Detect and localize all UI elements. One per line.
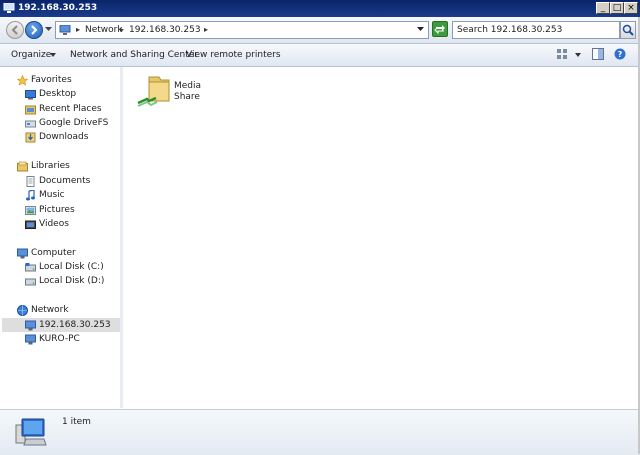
file-list[interactable]: Media Share — [123, 67, 638, 408]
sidebar-item-label: KURO-PC — [39, 334, 80, 344]
pictures-icon — [25, 206, 36, 215]
libraries-icon — [17, 161, 28, 172]
close-button[interactable]: × — [624, 2, 638, 14]
folder-name: Media Share — [174, 81, 201, 103]
hard-drive-icon — [25, 278, 36, 286]
network-location-icon — [59, 25, 71, 35]
window-title: 192.168.30.253 — [18, 3, 98, 13]
arrow-right-icon — [31, 25, 38, 35]
network-icon — [17, 305, 28, 316]
command-toolbar: Organize Network and Sharing Center View… — [0, 44, 640, 67]
breadcrumb-network[interactable]: Network — [85, 25, 123, 35]
sidebar-item-label: Local Disk (D:) — [39, 276, 105, 286]
navigation-bar: ▸ Network ▸ 192.168.30.253 ▸ — [0, 17, 640, 44]
computer-icon — [17, 248, 28, 259]
videos-icon — [25, 220, 36, 229]
shared-folder-icon — [137, 76, 170, 107]
maximize-button[interactable]: □ — [610, 2, 624, 14]
refresh-button[interactable] — [432, 21, 448, 37]
sidebar-favorites-label: Favorites — [31, 75, 72, 85]
network-computer-icon — [25, 334, 36, 345]
sidebar-item-label: Videos — [39, 219, 69, 229]
recent-places-icon — [25, 105, 36, 115]
hard-drive-icon — [25, 263, 36, 272]
change-view-icon[interactable] — [556, 48, 568, 60]
recent-pages-dropdown[interactable] — [45, 27, 52, 32]
organize-button[interactable]: Organize — [11, 50, 51, 60]
view-remote-printers-button[interactable]: View remote printers — [186, 50, 281, 60]
title-bar: 192.168.30.253 _ □ × — [0, 0, 640, 17]
drive-icon — [25, 120, 36, 128]
folder-name-line1: Media — [174, 81, 202, 91]
chevron-down-icon — [50, 53, 56, 57]
shared-folder-item[interactable]: Media Share — [137, 73, 217, 113]
sidebar-item-label: Music — [39, 190, 65, 200]
network-computer-icon — [25, 320, 36, 331]
sidebar-item-label: Google DriveFS — [39, 118, 109, 128]
sidebar-computer-label: Computer — [31, 248, 76, 258]
sidebar-libraries-label: Libraries — [31, 161, 70, 171]
search-button[interactable] — [620, 21, 636, 39]
arrow-left-icon — [11, 25, 18, 35]
forward-button[interactable] — [25, 21, 43, 39]
star-icon — [17, 75, 28, 86]
breadcrumb-separator: ▸ — [204, 25, 209, 34]
sidebar-item-label: Downloads — [39, 132, 89, 142]
more-views-chevron-icon[interactable] — [575, 53, 581, 57]
sidebar-item-label: Desktop — [39, 89, 77, 99]
computer-icon — [3, 3, 15, 13]
search-input[interactable] — [457, 24, 597, 36]
network-computer-icon — [15, 418, 47, 446]
back-button[interactable] — [6, 21, 24, 39]
preview-pane-icon[interactable] — [592, 48, 604, 60]
details-pane: 1 item — [0, 409, 640, 455]
sidebar-item-label: Pictures — [39, 205, 75, 215]
network-and-sharing-center-button[interactable]: Network and Sharing Center — [70, 50, 198, 60]
music-icon — [26, 190, 35, 201]
sidebar-item-label: Local Disk (C:) — [39, 262, 104, 272]
sidebar-item-label: Recent Places — [39, 104, 102, 114]
breadcrumb-separator: ▸ — [76, 25, 81, 34]
refresh-icon — [434, 25, 445, 35]
documents-icon — [26, 176, 35, 187]
chevron-down-icon[interactable] — [417, 27, 424, 32]
desktop-icon — [25, 90, 36, 100]
svg-text:?: ? — [618, 50, 623, 59]
folder-name-line2: Share — [174, 92, 200, 102]
item-count: 1 item — [62, 417, 91, 427]
help-icon[interactable]: ? — [614, 48, 626, 60]
downloads-icon — [25, 132, 36, 143]
sidebar-network-label: Network — [31, 305, 69, 315]
breadcrumb-separator: ▸ — [120, 25, 125, 34]
address-bar[interactable]: ▸ Network ▸ 192.168.30.253 ▸ — [55, 21, 429, 39]
search-icon — [622, 24, 634, 36]
search-box[interactable] — [452, 21, 620, 39]
sidebar-item-label: Documents — [39, 176, 91, 186]
minimize-button[interactable]: _ — [596, 2, 610, 14]
sidebar-item-label: 192.168.30.253 — [39, 320, 111, 330]
breadcrumb-host[interactable]: 192.168.30.253 — [129, 25, 201, 35]
